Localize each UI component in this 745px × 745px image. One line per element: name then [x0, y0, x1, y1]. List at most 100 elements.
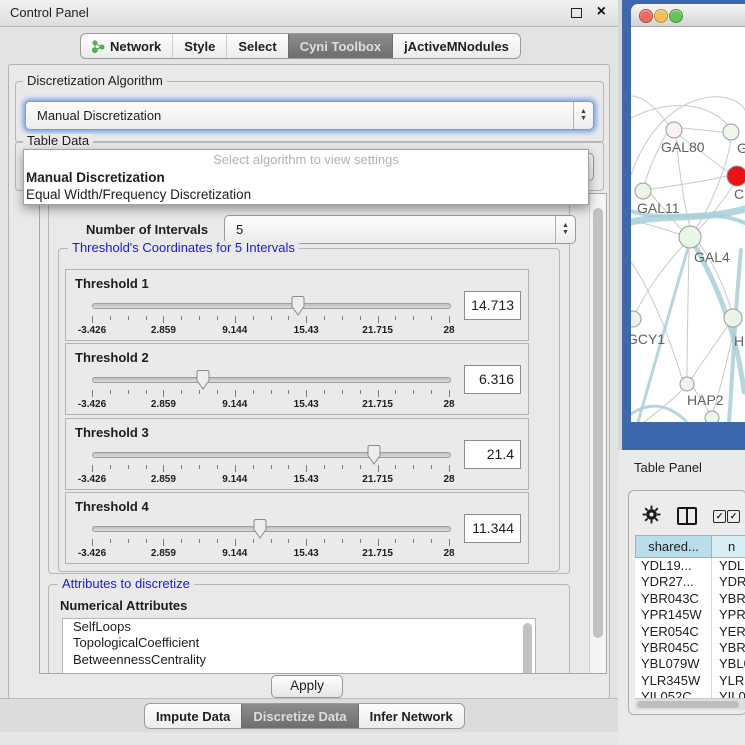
table-hscrollbar-thumb[interactable] [637, 701, 739, 708]
table-cell-shared-name[interactable]: YER054C [635, 624, 712, 640]
node-label: H [734, 333, 744, 349]
table-cell-name[interactable]: YLR3 [712, 673, 745, 689]
checkbox-icon[interactable]: ✓ [713, 510, 726, 523]
tab-jactivemnodules[interactable]: jActiveMNodules [392, 34, 520, 58]
tab-label: Style [184, 39, 215, 54]
dropdown-option-equal-width-frequency-discretization[interactable]: Equal Width/Frequency Discretization [24, 186, 588, 203]
network-edge[interactable] [687, 248, 689, 377]
network-canvas[interactable]: GAL80GACGAL11GAL4GCY1HHAP2 [631, 27, 745, 422]
stepper-icon[interactable]: ▲▼ [555, 216, 575, 243]
table-header-row: shared... n [635, 535, 745, 558]
tick-label: 2.859 [151, 325, 176, 336]
table-cell-name[interactable]: YER0 [712, 624, 745, 640]
table-cell-name[interactable]: YBR0 [712, 640, 745, 656]
network-node[interactable] [705, 411, 719, 422]
table-row[interactable]: YBL079WYBL0 [635, 656, 745, 672]
slider-thumb[interactable] [195, 369, 211, 391]
network-edge[interactable] [699, 186, 733, 229]
threshold-value-field[interactable]: 14.713 [464, 291, 521, 320]
network-node-hap2[interactable] [680, 377, 694, 391]
apply-button[interactable]: Apply [271, 675, 343, 698]
split-view-icon[interactable] [677, 507, 697, 525]
network-window-titlebar[interactable] [631, 4, 745, 27]
dropdown-option-manual-discretization[interactable]: Manual Discretization [24, 169, 588, 186]
list-item-topologicalcoefficient[interactable]: TopologicalCoefficient [63, 635, 535, 651]
tick-label: 9.144 [222, 399, 247, 410]
close-traffic-light[interactable] [639, 9, 653, 23]
close-icon[interactable]: × [597, 3, 606, 21]
minimize-traffic-light[interactable] [654, 9, 668, 23]
table-cell-shared-name[interactable]: YBR043C [635, 591, 712, 607]
network-graph: GAL80GACGAL11GAL4GCY1HHAP2 [631, 27, 745, 422]
list-scrollbar-thumb[interactable] [523, 623, 532, 674]
slider-track[interactable] [92, 377, 451, 383]
tick-mark [360, 465, 361, 469]
list-item-selfloops[interactable]: SelfLoops [63, 619, 535, 635]
table-cell-name[interactable]: YPR1 [712, 607, 745, 623]
table-row[interactable]: YDR27...YDR2 [635, 574, 745, 590]
table-row[interactable]: YLR345WYLR3 [635, 673, 745, 689]
algorithm-combobox[interactable]: Manual Discretization ▲▼ [25, 101, 594, 130]
tab-style[interactable]: Style [172, 34, 226, 58]
table-row[interactable]: YBR043CYBR0 [635, 591, 745, 607]
table-cell-shared-name[interactable]: YLR345W [635, 673, 712, 689]
network-edge[interactable] [692, 325, 728, 378]
table-cell-name[interactable]: YBR0 [712, 591, 745, 607]
slider-thumb[interactable] [366, 444, 382, 466]
table-cell-name[interactable]: YDR2 [712, 574, 745, 590]
list-item-betweennesscentrality[interactable]: BetweennessCentrality [63, 652, 535, 668]
slider-track[interactable] [92, 452, 451, 458]
network-edge[interactable] [636, 246, 683, 312]
bottom-tab-infer-network[interactable]: Infer Network [358, 704, 464, 728]
column-header-shared[interactable]: shared... [635, 535, 712, 558]
stepper-icon[interactable]: ▲▼ [573, 102, 593, 129]
table-hscrollbar-track[interactable] [635, 698, 745, 710]
tick-label: -3.426 [78, 548, 106, 559]
numerical-attributes-list[interactable]: SelfLoopsTopologicalCoefficientBetweenne… [62, 618, 536, 674]
network-node-gal11[interactable] [635, 183, 651, 199]
threshold-value-field[interactable]: 11.344 [464, 514, 521, 543]
slider-track[interactable] [92, 526, 451, 532]
table-cell-name[interactable]: YDL1 [712, 558, 745, 574]
tick-label: -3.426 [78, 474, 106, 485]
network-node-ga[interactable] [723, 124, 739, 140]
threshold-value-field[interactable]: 21.4 [464, 440, 521, 469]
table-row[interactable]: YBR045CYBR0 [635, 640, 745, 656]
tick-label: 28 [443, 325, 454, 336]
threshold-value-field[interactable]: 6.316 [464, 365, 521, 394]
table-cell-shared-name[interactable]: YDR27... [635, 574, 712, 590]
network-edge[interactable] [651, 176, 727, 189]
table-row[interactable]: YPR145WYPR1 [635, 607, 745, 623]
tab-select[interactable]: Select [226, 34, 287, 58]
check-glyph: ✓ [716, 511, 724, 521]
network-edge[interactable] [682, 128, 723, 132]
network-node-gal80[interactable] [666, 122, 682, 138]
network-node-c[interactable] [727, 166, 745, 186]
bottom-tab-impute-data[interactable]: Impute Data [145, 704, 241, 728]
tab-cyni-toolbox[interactable]: Cyni Toolbox [288, 34, 392, 58]
table-row[interactable]: YDL19...YDL1 [635, 558, 745, 574]
table-cell-shared-name[interactable]: YDL19... [635, 558, 712, 574]
pane-scrollbar-track[interactable] [589, 194, 606, 673]
table-row[interactable]: YER054CYER0 [635, 624, 745, 640]
network-node-gcy1[interactable] [631, 311, 641, 327]
network-node-h[interactable] [724, 309, 742, 327]
slider-thumb[interactable] [252, 518, 268, 540]
zoom-traffic-light[interactable] [669, 9, 683, 23]
tab-network[interactable]: Network [81, 34, 172, 58]
table-cell-shared-name[interactable]: YBL079W [635, 656, 712, 672]
slider-thumb[interactable] [290, 295, 306, 317]
checkbox-icon[interactable]: ✓ [727, 510, 740, 523]
bottom-tab-discretize-data[interactable]: Discretize Data [241, 704, 357, 728]
table-cell-shared-name[interactable]: YBR045C [635, 640, 712, 656]
gear-icon[interactable] [642, 505, 661, 529]
table-cell-name[interactable]: YBL0 [712, 656, 745, 672]
slider-track[interactable] [92, 303, 451, 309]
pane-scrollbar-thumb[interactable] [593, 208, 603, 638]
table-cell-shared-name[interactable]: YPR145W [635, 607, 712, 623]
float-icon[interactable] [571, 8, 582, 18]
column-header-name[interactable]: n [712, 535, 745, 558]
network-node-gal4[interactable] [679, 226, 701, 248]
network-icon [92, 40, 105, 53]
tick-mark [92, 316, 93, 323]
